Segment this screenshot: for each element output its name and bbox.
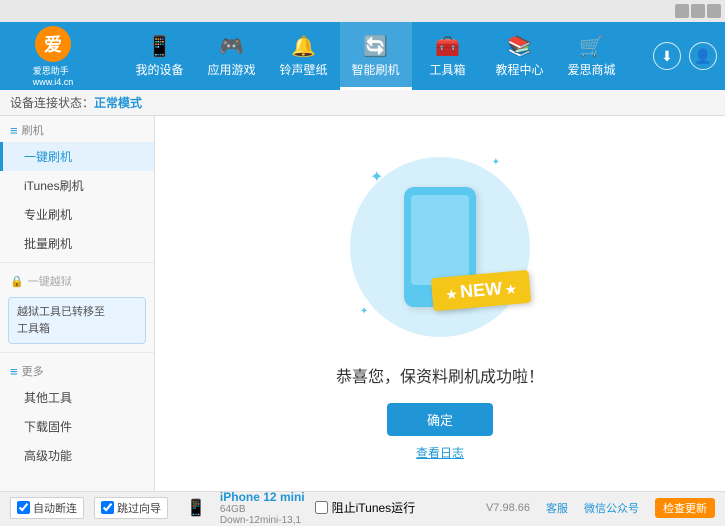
content-area: ✦ ✦ ✦ NEW 恭喜您，保资料刷机成功啦！ 确定 查看日志	[155, 116, 725, 491]
bottom-right: V7.98.66 客服 微信公众号 检查更新	[486, 498, 715, 518]
ringtone-icon: 🔔	[291, 34, 316, 59]
flash-section-icon: ≡	[10, 123, 18, 138]
toolbox-icon: 🧰	[435, 34, 460, 59]
logo-icon: 爱	[35, 26, 71, 62]
logo: 爱 爱思助手 www.i4.cn	[8, 26, 98, 87]
tutorial-icon: 📚	[507, 34, 532, 59]
sidebar-item-one-click-flash[interactable]: 一键刷机	[0, 142, 154, 171]
nav-item-ringtone[interactable]: 🔔 铃声壁纸	[268, 22, 340, 90]
sidebar-info-box: 越狱工具已转移至 工具箱	[8, 297, 146, 344]
sidebar-item-itunes-flash[interactable]: iTunes刷机	[0, 171, 154, 200]
status-prefix: 设备连接状态：	[10, 94, 94, 111]
view-log-link[interactable]: 查看日志	[416, 444, 464, 461]
device-name: iPhone 12 mini	[220, 490, 305, 504]
main-layout: ≡ 刷机 一键刷机 iTunes刷机 专业刷机 批量刷机 🔒 一键越狱 越狱工具…	[0, 116, 725, 491]
flash-icon: 🔄	[363, 34, 388, 59]
device-details: iPhone 12 mini 64GB Down-12mini-13,1	[220, 490, 305, 526]
bottombar: 自动断连 跳过向导 📱 iPhone 12 mini 64GB Down-12m…	[0, 491, 725, 523]
sidebar-section-more: ≡ 更多	[0, 357, 154, 383]
device-icon: 📱	[147, 34, 172, 59]
sidebar: ≡ 刷机 一键刷机 iTunes刷机 专业刷机 批量刷机 🔒 一键越狱 越狱工具…	[0, 116, 155, 491]
apps-icon: 🎮	[219, 34, 244, 59]
sidebar-item-other-tools[interactable]: 其他工具	[0, 383, 154, 412]
minimize-icon[interactable]	[675, 4, 689, 18]
version-text: V7.98.66	[486, 502, 530, 514]
lock-icon: 🔒	[10, 275, 24, 288]
device-info: 📱 iPhone 12 mini 64GB Down-12mini-13,1	[186, 490, 305, 526]
statusbar: 设备连接状态： 正常模式	[0, 90, 725, 116]
success-message: 恭喜您，保资料刷机成功啦！	[336, 363, 544, 387]
support-link[interactable]: 客服	[546, 500, 568, 516]
auto-disconnect-input[interactable]	[17, 501, 30, 514]
sidebar-section-flash: ≡ 刷机	[0, 116, 154, 142]
user-icon[interactable]: 👤	[689, 42, 717, 70]
sidebar-item-batch-flash[interactable]: 批量刷机	[0, 229, 154, 258]
titlebar	[0, 0, 725, 22]
device-capacity: 64GB	[220, 504, 305, 515]
skip-wizard-input[interactable]	[101, 501, 114, 514]
sidebar-divider-2	[0, 352, 154, 353]
sidebar-section-label: 刷机	[22, 122, 44, 138]
itunes-label: 阻止iTunes运行	[332, 499, 416, 516]
wechat-link[interactable]: 微信公众号	[584, 500, 639, 516]
download-icon[interactable]: ⬇	[653, 42, 681, 70]
sparkle-3: ✦	[360, 306, 368, 317]
auto-disconnect-checkbox[interactable]: 自动断连	[10, 497, 84, 519]
nav-item-shop[interactable]: 🛒 爱思商城	[556, 22, 628, 90]
sidebar-divider-1	[0, 262, 154, 263]
header: 爱 爱思助手 www.i4.cn 📱 我的设备 🎮 应用游戏 🔔 铃声壁纸 🔄 …	[0, 22, 725, 90]
bottom-left: 自动断连 跳过向导 📱 iPhone 12 mini 64GB Down-12m…	[10, 490, 305, 526]
shop-icon: 🛒	[579, 34, 604, 59]
logo-text: 爱思助手 www.i4.cn	[33, 64, 74, 87]
sidebar-item-pro-flash[interactable]: 专业刷机	[0, 200, 154, 229]
skip-wizard-checkbox[interactable]: 跳过向导	[94, 497, 168, 519]
device-phone-icon: 📱	[186, 498, 206, 518]
update-button[interactable]: 检查更新	[655, 498, 715, 518]
nav-right-actions: ⬇ 👤	[653, 42, 717, 70]
nav-item-toolbox[interactable]: 🧰 工具箱	[412, 22, 484, 90]
sidebar-item-download-firmware[interactable]: 下载固件	[0, 412, 154, 441]
itunes-checkbox[interactable]	[315, 501, 328, 514]
nav-bar: 📱 我的设备 🎮 应用游戏 🔔 铃声壁纸 🔄 智能刷机 🧰 工具箱 📚 教程中心…	[98, 22, 653, 90]
sparkle-2: ✦	[492, 157, 500, 168]
sidebar-item-advanced[interactable]: 高级功能	[0, 441, 154, 470]
maximize-icon[interactable]	[691, 4, 705, 18]
nav-item-tutorial[interactable]: 📚 教程中心	[484, 22, 556, 90]
sparkle-1: ✦	[370, 167, 383, 187]
sidebar-locked-jailbreak: 🔒 一键越狱	[0, 267, 154, 293]
close-icon[interactable]	[707, 4, 721, 18]
nav-item-flash[interactable]: 🔄 智能刷机	[340, 22, 412, 90]
phone-illustration: ✦ ✦ ✦ NEW	[340, 147, 540, 347]
itunes-control: 阻止iTunes运行	[315, 499, 416, 516]
confirm-button[interactable]: 确定	[387, 403, 493, 436]
device-model: Down-12mini-13,1	[220, 515, 305, 526]
phone-screen	[411, 195, 469, 285]
status-mode: 正常模式	[94, 94, 142, 111]
more-section-icon: ≡	[10, 364, 18, 379]
nav-item-my-device[interactable]: 📱 我的设备	[124, 22, 196, 90]
nav-item-apps[interactable]: 🎮 应用游戏	[196, 22, 268, 90]
sidebar-section2-label: 更多	[22, 363, 44, 379]
